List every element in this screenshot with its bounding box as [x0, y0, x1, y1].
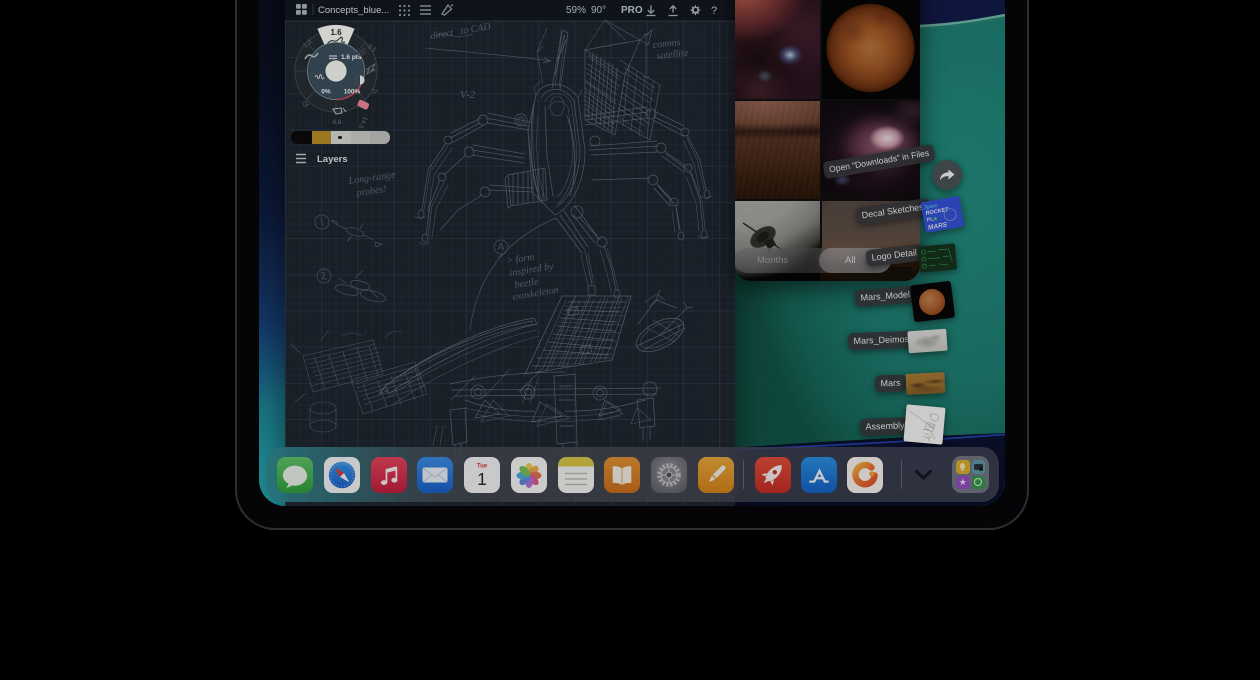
svg-text:Layers: Layers [317, 154, 348, 165]
svg-text:1: 1 [477, 469, 487, 489]
svg-text:14.5: 14.5 [357, 115, 369, 130]
svg-text:0%: 0% [321, 89, 331, 96]
svg-text:1.6 pts: 1.6 pts [341, 54, 362, 61]
svg-text:100%: 100% [344, 89, 361, 96]
svg-text:1.6: 1.6 [330, 28, 342, 37]
svg-text:6.8: 6.8 [332, 119, 341, 126]
